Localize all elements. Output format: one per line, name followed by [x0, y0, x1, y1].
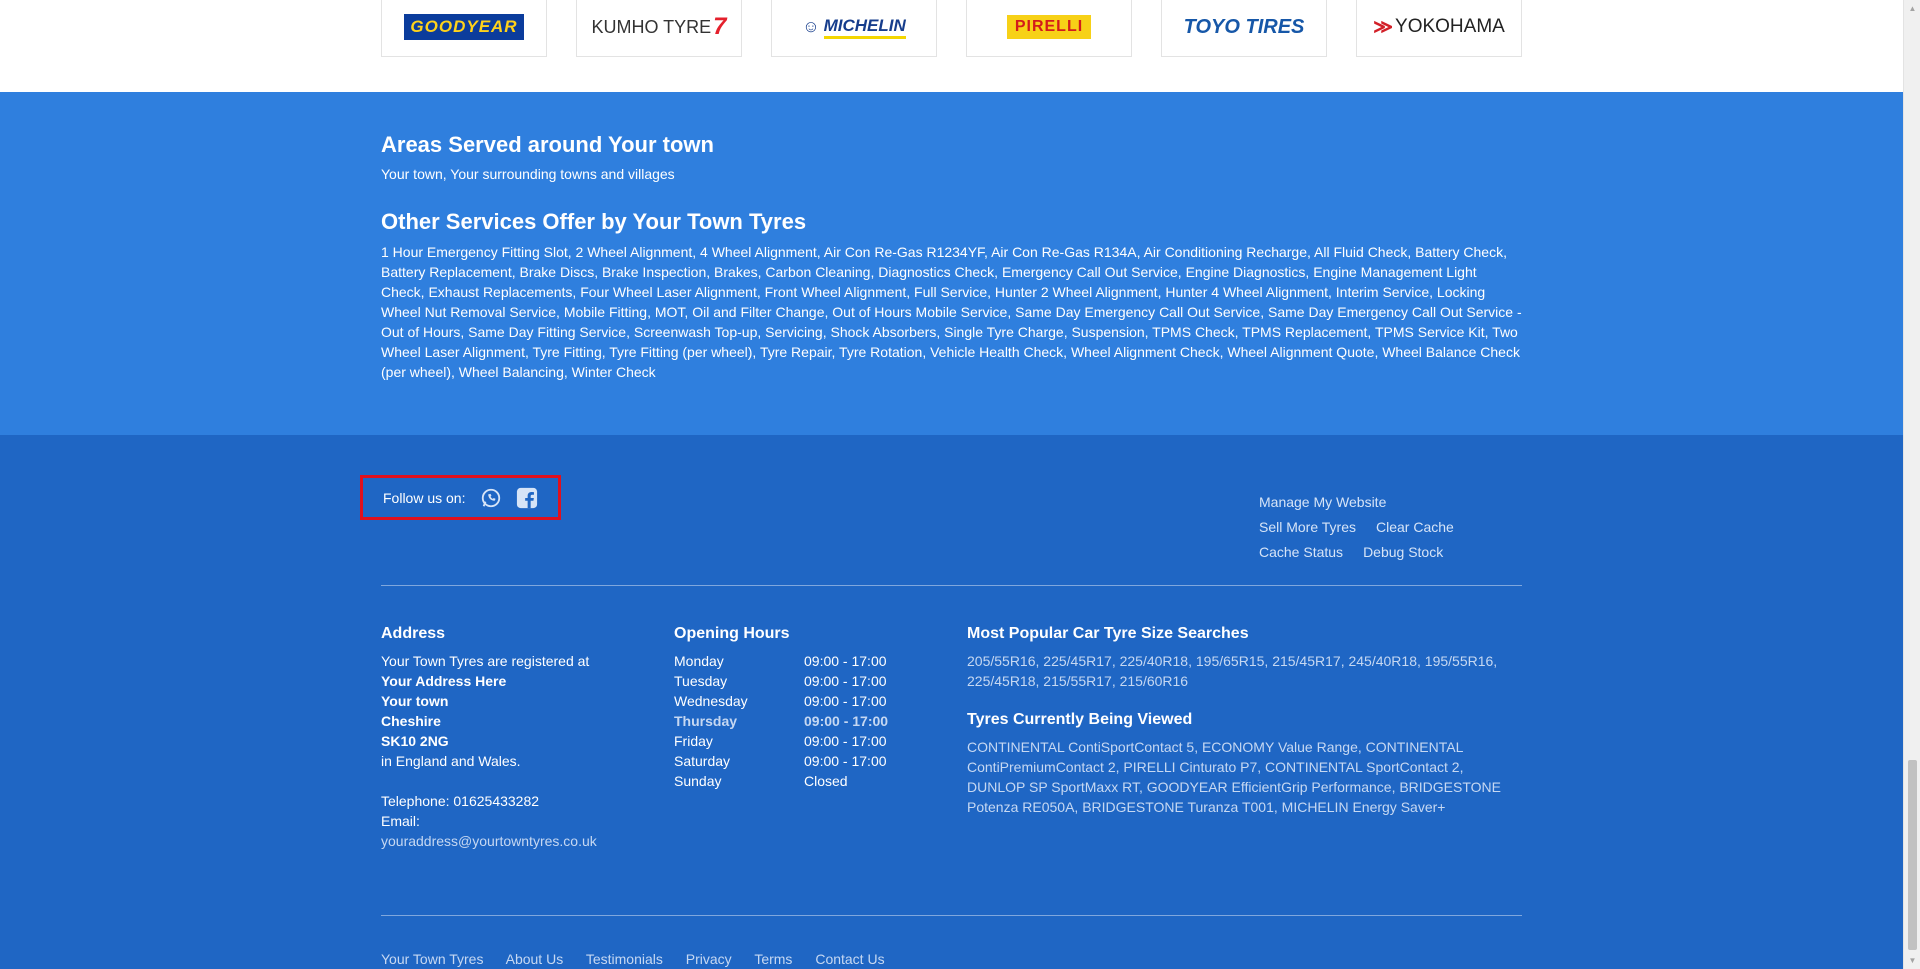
nav-testimonials-link[interactable]: Testimonials	[586, 951, 663, 967]
clear-cache-link[interactable]: Clear Cache	[1376, 519, 1454, 535]
services-band: Areas Served around Your town Your town,…	[0, 92, 1903, 435]
tyre-link[interactable]: BRIDGESTONE Turanza T001	[1082, 799, 1274, 815]
pirelli-logo[interactable]: PIRELLI	[966, 0, 1132, 57]
popular-title: Most Popular Car Tyre Size Searches	[967, 625, 1249, 642]
kumho-mark-icon: 7	[713, 13, 727, 40]
telephone: Telephone: 01625433282	[381, 793, 540, 809]
areas-text: Your town, Your surrounding towns and vi…	[381, 166, 675, 182]
size-link[interactable]: 245/40R18	[1348, 653, 1417, 669]
follow-us: Follow us on:	[360, 475, 561, 520]
nav-terms-link[interactable]: Terms	[754, 951, 792, 967]
size-link[interactable]: 195/55R16	[1425, 653, 1494, 669]
hours-row: Friday 09:00 - 17:00	[674, 733, 887, 749]
debug-stock-link[interactable]: Debug Stock	[1363, 544, 1443, 560]
divider-bottom	[381, 915, 1522, 916]
viewed-tyres-list: CONTINENTAL ContiSportContact 5, ECONOMY…	[967, 739, 1501, 815]
address-line3: Cheshire	[381, 713, 441, 729]
cache-status-link[interactable]: Cache Status	[1259, 544, 1343, 560]
tyre-link[interactable]: ECONOMY Value Range	[1202, 739, 1358, 755]
facebook-icon[interactable]	[515, 486, 539, 510]
services-title: Other Services Offer by Your Town Tyres	[381, 209, 807, 234]
sell-more-tyres-link[interactable]: Sell More Tyres	[1259, 519, 1356, 535]
page-scrollbar[interactable]: ▲ ▼	[1903, 0, 1920, 969]
nav-privacy-link[interactable]: Privacy	[686, 951, 732, 967]
scrollbar-thumb[interactable]	[1908, 760, 1917, 950]
michelin-logo[interactable]: ☺ MICHELIN	[771, 0, 937, 57]
tyre-link[interactable]: CONTINENTAL SportContact 2	[1265, 759, 1460, 775]
opening-hours-column: Opening Hours Monday 09:00 - 17:00 Tuesda…	[674, 625, 934, 791]
hours-row: Monday 09:00 - 17:00	[674, 653, 887, 669]
scroll-down-arrow-icon[interactable]: ▼	[1904, 952, 1920, 969]
size-link[interactable]: 205/55R16	[967, 653, 1036, 669]
size-link[interactable]: 225/40R18	[1120, 653, 1189, 669]
address-country: in England and Wales.	[381, 753, 521, 769]
size-link[interactable]: 225/45R17	[1043, 653, 1112, 669]
kumho-logo[interactable]: KUMHO TYRE 7	[576, 0, 742, 57]
hours-row: Tuesday 09:00 - 17:00	[674, 673, 887, 689]
hours-row-today: Thursday 09:00 - 17:00	[674, 713, 889, 729]
management-links: Manage My Website Sell More Tyres Clear C…	[1259, 490, 1474, 565]
address-title: Address	[381, 625, 446, 642]
size-link[interactable]: 215/55R17	[1043, 673, 1112, 689]
size-link[interactable]: 195/65R15	[1196, 653, 1265, 669]
hours-title: Opening Hours	[674, 625, 790, 642]
goodyear-logo[interactable]: GOODYEAR	[381, 0, 547, 57]
tyre-link[interactable]: CONTINENTAL ContiSportContact 5	[967, 739, 1194, 755]
address-postcode: SK10 2NG	[381, 733, 449, 749]
nav-home-link[interactable]: Your Town Tyres	[381, 951, 483, 967]
footer	[0, 435, 1903, 969]
address-line2: Your town	[381, 693, 449, 709]
areas-title: Areas Served around Your town	[381, 132, 714, 157]
popular-searches-column: Most Popular Car Tyre Size Searches 205/…	[967, 625, 1522, 837]
divider-top	[381, 585, 1522, 586]
michelin-man-icon: ☺	[802, 17, 820, 36]
follow-label: Follow us on:	[383, 489, 466, 506]
size-link[interactable]: 215/45R17	[1272, 653, 1341, 669]
hours-table: Monday 09:00 - 17:00 Tuesday 09:00 - 17:00…	[674, 651, 888, 791]
address-intro: Your Town Tyres are registered at	[381, 653, 590, 669]
tyre-link[interactable]: DUNLOP SP SportMaxx RT	[967, 779, 1139, 795]
whatsapp-icon[interactable]	[479, 486, 503, 510]
tyre-link[interactable]: MICHELIN Energy Saver+	[1282, 799, 1446, 815]
brand-logos-strip: GOODYEAR KUMHO TYRE 7 ☺ MICHELIN PIRELLI …	[0, 0, 1903, 92]
scroll-up-arrow-icon[interactable]: ▲	[1904, 0, 1920, 17]
hours-row: Saturday 09:00 - 17:00	[674, 753, 887, 769]
popular-sizes-list: 205/55R16, 225/45R17, 225/40R18, 195/65R…	[967, 653, 1498, 689]
nav-contact-link[interactable]: Contact Us	[815, 951, 884, 967]
address-line1: Your Address Here	[381, 673, 507, 689]
nav-about-link[interactable]: About Us	[506, 951, 564, 967]
email-label: Email:	[381, 813, 420, 829]
tyre-link[interactable]: PIRELLI Cinturato P7	[1123, 759, 1257, 775]
tyre-link[interactable]: GOODYEAR EfficientGrip Performance	[1147, 779, 1392, 795]
hours-row: Wednesday 09:00 - 17:00	[674, 693, 887, 709]
size-link[interactable]: 215/60R16	[1120, 673, 1189, 689]
address-column: Address Your Town Tyres are registered a…	[381, 625, 651, 851]
yokohama-logo[interactable]: ≫ YOKOHAMA	[1356, 0, 1522, 57]
toyo-logo[interactable]: TOYO TIRES	[1161, 0, 1327, 57]
hours-row: Sunday Closed	[674, 773, 848, 789]
manage-website-link[interactable]: Manage My Website	[1259, 494, 1386, 510]
viewed-title: Tyres Currently Being Viewed	[967, 711, 1193, 728]
bottom-nav: Your Town Tyres About Us Testimonials Pr…	[381, 951, 904, 967]
yokohama-mark-icon: ≫	[1373, 16, 1394, 38]
size-link[interactable]: 225/45R18	[967, 673, 1036, 689]
email-link[interactable]: youraddress@yourtowntyres.co.uk	[381, 833, 597, 849]
services-text: 1 Hour Emergency Fitting Slot, 2 Wheel A…	[381, 244, 1522, 380]
